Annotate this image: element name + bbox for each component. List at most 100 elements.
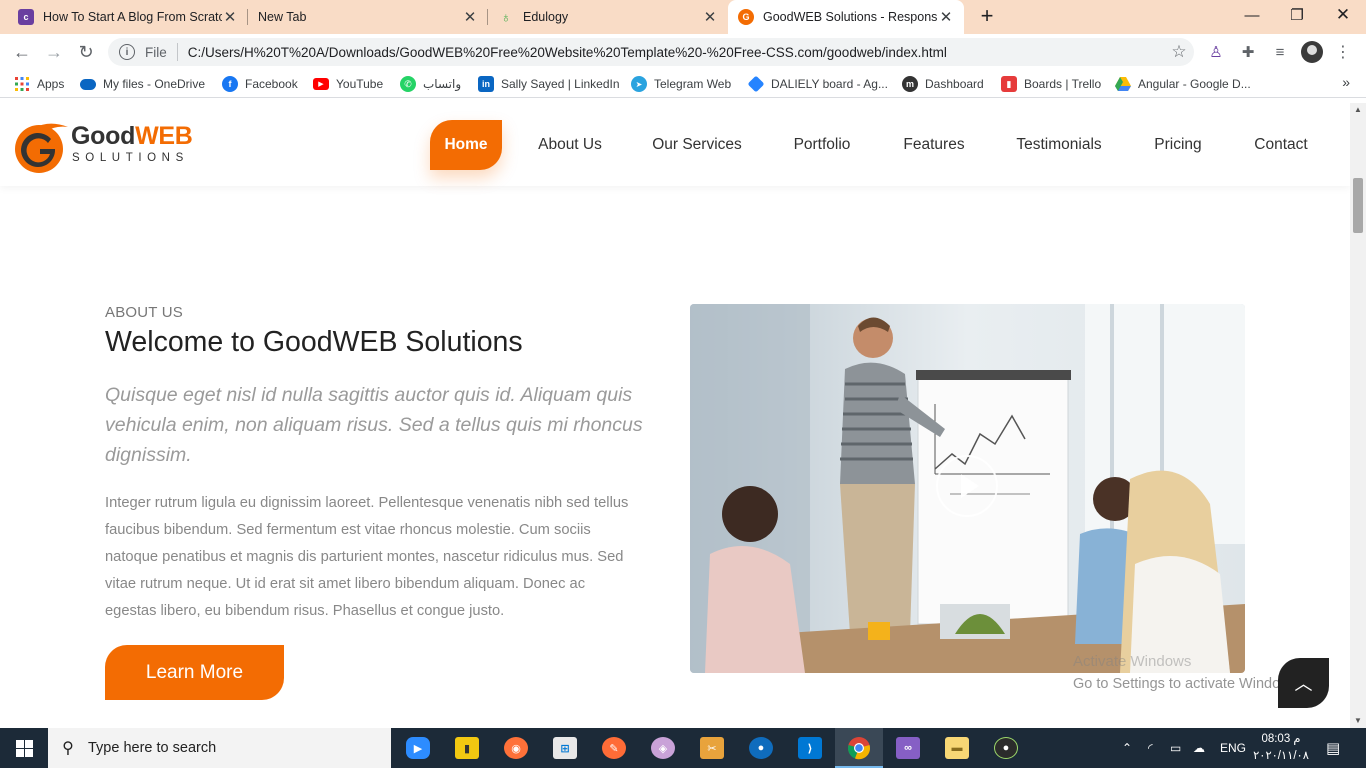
bookmark-label: Telegram Web	[654, 77, 732, 91]
address-url[interactable]: C:/Users/H%20T%20A/Downloads/GoodWEB%20F…	[188, 45, 1164, 60]
scroll-down-arrow-icon[interactable]: ▼	[1350, 714, 1366, 728]
tab-new[interactable]: New Tab ✕	[248, 0, 488, 34]
new-tab-icon[interactable]: +	[975, 5, 999, 29]
bookmarks-bar: Apps My files - OneDrive f Facebook ▶ Yo…	[0, 70, 1366, 98]
close-icon[interactable]: ✕	[462, 8, 478, 26]
bookmark-facebook[interactable]: f Facebook	[222, 75, 298, 93]
taskbar-search[interactable]: ⚲ Type here to search	[48, 728, 391, 768]
taskbar-camera[interactable]: ●	[982, 728, 1030, 768]
moodle-icon: m	[902, 76, 918, 92]
taskbar-maps[interactable]: ●	[737, 728, 785, 768]
menu-kebab-icon[interactable]: ⋮	[1332, 41, 1354, 63]
battery-icon[interactable]: ▭	[1170, 728, 1181, 768]
bookmark-dashboard[interactable]: m Dashboard	[902, 75, 984, 93]
nav-pricing[interactable]: Pricing	[1143, 120, 1213, 170]
bookmark-apps[interactable]: Apps	[14, 75, 64, 93]
notifications-icon[interactable]: ▤	[1326, 728, 1340, 768]
tab-goodweb[interactable]: G GoodWEB Solutions - Responsive ✕	[728, 0, 964, 34]
nav-about-us[interactable]: About Us	[527, 120, 613, 170]
chevron-up-icon: ︿	[1294, 674, 1313, 694]
camera-icon: ●	[994, 737, 1018, 759]
video-play-button[interactable]	[936, 455, 998, 517]
taskbar-snip[interactable]: ✂	[688, 728, 736, 768]
more-bookmarks-icon[interactable]: »	[1342, 74, 1350, 90]
bookmark-youtube[interactable]: ▶ YouTube	[313, 75, 383, 93]
close-icon[interactable]: ✕	[222, 8, 238, 26]
restore-icon[interactable]: ❐	[1274, 0, 1320, 30]
back-icon[interactable]: ←	[8, 38, 36, 66]
taskbar-visualstudio[interactable]: ∞	[884, 728, 932, 768]
reload-icon[interactable]: ↻	[72, 38, 100, 66]
bookmark-label: Boards | Trello	[1024, 77, 1102, 91]
bookmark-whatsapp[interactable]: ✆ واتساب	[400, 75, 461, 93]
tab-blog[interactable]: c How To Start A Blog From Scratch ✕	[8, 0, 248, 34]
browser-tab-strip: c How To Start A Blog From Scratch ✕ New…	[0, 0, 1366, 34]
bookmark-telegram[interactable]: ➤ Telegram Web	[631, 75, 731, 93]
nav-portfolio[interactable]: Portfolio	[782, 120, 862, 170]
taskbar-explorer[interactable]: ▬	[933, 728, 981, 768]
bookmark-angular[interactable]: Angular - Google D...	[1115, 75, 1251, 93]
bookmark-label: Facebook	[245, 77, 298, 91]
taskbar-powerbi[interactable]: ▮	[443, 728, 491, 768]
nav-our-services[interactable]: Our Services	[642, 120, 752, 170]
clock[interactable]: 08:03 م ٢٠٢٠/١١/٠٨	[1252, 731, 1310, 765]
address-scheme: File	[145, 44, 167, 60]
bookmark-star-icon[interactable]: ☆	[1164, 42, 1194, 62]
learn-more-button[interactable]: Learn More	[105, 645, 284, 700]
nav-features[interactable]: Features	[892, 120, 976, 170]
language-indicator[interactable]: ENG	[1220, 728, 1246, 768]
bookmark-label: DALIELY board - Ag...	[771, 77, 888, 91]
maps-icon: ●	[749, 737, 773, 759]
tray-overflow-icon[interactable]: ⌃	[1122, 728, 1132, 768]
bookmark-linkedin[interactable]: in Sally Sayed | LinkedIn	[478, 75, 620, 93]
taskbar-store[interactable]: ⊞	[541, 728, 589, 768]
bookmark-label: Angular - Google D...	[1138, 77, 1251, 91]
address-bar[interactable]: i File C:/Users/H%20T%20A/Downloads/Good…	[108, 38, 1194, 66]
wifi-icon[interactable]: ◜	[1148, 728, 1153, 768]
scrollbar-thumb[interactable]	[1353, 178, 1363, 233]
store-icon: ⊞	[553, 737, 577, 759]
clock-date: ٢٠٢٠/١١/٠٨	[1253, 750, 1309, 762]
scroll-to-top-button[interactable]: ︿	[1278, 658, 1329, 708]
taskbar-postman[interactable]: ✎	[590, 728, 638, 768]
goodweb-logo-icon	[15, 123, 68, 173]
taskbar-vscode[interactable]: ⟩	[786, 728, 834, 768]
search-icon: ⚲	[62, 740, 74, 757]
extensions-puzzle-icon[interactable]: ✚	[1237, 41, 1259, 63]
media-queue-icon[interactable]: ≡	[1269, 41, 1291, 63]
tab-edulogy[interactable]: ♁ Edulogy ✕	[488, 0, 728, 34]
bookmark-onedrive[interactable]: My files - OneDrive	[80, 75, 205, 93]
powerbi-icon: ▮	[455, 737, 479, 759]
onedrive-tray-icon[interactable]: ☁	[1193, 728, 1205, 768]
minimize-icon[interactable]: —	[1229, 0, 1275, 30]
forward-icon[interactable]: →	[40, 38, 68, 66]
google-drive-icon	[1115, 76, 1131, 92]
page-scrollbar[interactable]: ▲ ▼	[1350, 103, 1366, 728]
nav-home[interactable]: Home	[430, 120, 502, 170]
bookmark-trello[interactable]: ▮ Boards | Trello	[1001, 75, 1101, 93]
scroll-up-arrow-icon[interactable]: ▲	[1350, 103, 1366, 117]
taskbar-chrome[interactable]	[835, 728, 883, 768]
close-window-icon[interactable]: ✕	[1320, 0, 1366, 30]
logo-wordmark: GoodWEB	[71, 122, 193, 151]
facebook-icon: f	[222, 76, 238, 92]
close-icon[interactable]: ✕	[938, 8, 954, 26]
nav-contact[interactable]: Contact	[1244, 120, 1318, 170]
bookmark-daliely[interactable]: DALIELY board - Ag...	[747, 75, 888, 93]
extension-icon[interactable]: ♙	[1205, 41, 1227, 63]
chrome-icon	[848, 737, 870, 760]
profile-avatar[interactable]	[1301, 41, 1323, 63]
logo-good: Good	[71, 122, 136, 150]
info-icon[interactable]: i	[119, 44, 135, 60]
site-header: GoodWEB SOLUTIONS Home About Us Our Serv…	[0, 103, 1350, 186]
start-button[interactable]	[0, 728, 48, 768]
about-lead-text: Quisque eget nisl id nulla sagittis auct…	[105, 384, 643, 466]
nav-testimonials[interactable]: Testimonials	[1006, 120, 1112, 170]
bookmark-label: واتساب	[423, 77, 462, 91]
taskbar-firefox[interactable]: ◉	[492, 728, 540, 768]
site-logo[interactable]: GoodWEB SOLUTIONS	[14, 118, 204, 174]
taskbar-zoom[interactable]: ▶	[394, 728, 442, 768]
close-icon[interactable]: ✕	[702, 8, 718, 26]
taskbar-paint[interactable]: ◈	[639, 728, 687, 768]
bookmark-label: My files - OneDrive	[103, 77, 206, 91]
